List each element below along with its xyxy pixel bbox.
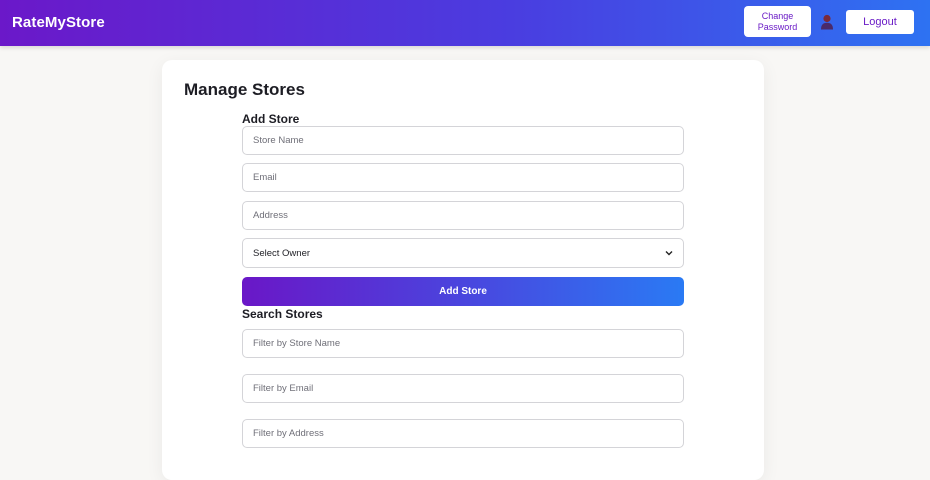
- user-avatar-icon[interactable]: [820, 14, 834, 30]
- filter-email-input[interactable]: [242, 374, 684, 403]
- page-title: Manage Stores: [184, 80, 305, 99]
- filter-address-input[interactable]: [242, 419, 684, 448]
- manage-stores-card: Manage Stores Add Store Select Owner Add…: [162, 60, 764, 480]
- change-password-button[interactable]: Change Password: [744, 6, 811, 37]
- top-navbar: RateMyStore Change Password Logout: [0, 0, 930, 46]
- chevron-down-icon: [665, 249, 673, 257]
- brand-logo-text[interactable]: RateMyStore: [12, 14, 105, 31]
- search-stores-heading: Search Stores: [242, 307, 323, 321]
- logout-button[interactable]: Logout: [846, 10, 914, 34]
- address-input[interactable]: [242, 201, 684, 230]
- owner-select[interactable]: Select Owner: [242, 238, 684, 268]
- filter-store-name-input[interactable]: [242, 329, 684, 358]
- owner-select-value: Select Owner: [253, 247, 311, 259]
- add-store-button[interactable]: Add Store: [242, 277, 684, 306]
- email-input[interactable]: [242, 163, 684, 192]
- store-name-input[interactable]: [242, 126, 684, 155]
- add-store-heading: Add Store: [242, 112, 300, 126]
